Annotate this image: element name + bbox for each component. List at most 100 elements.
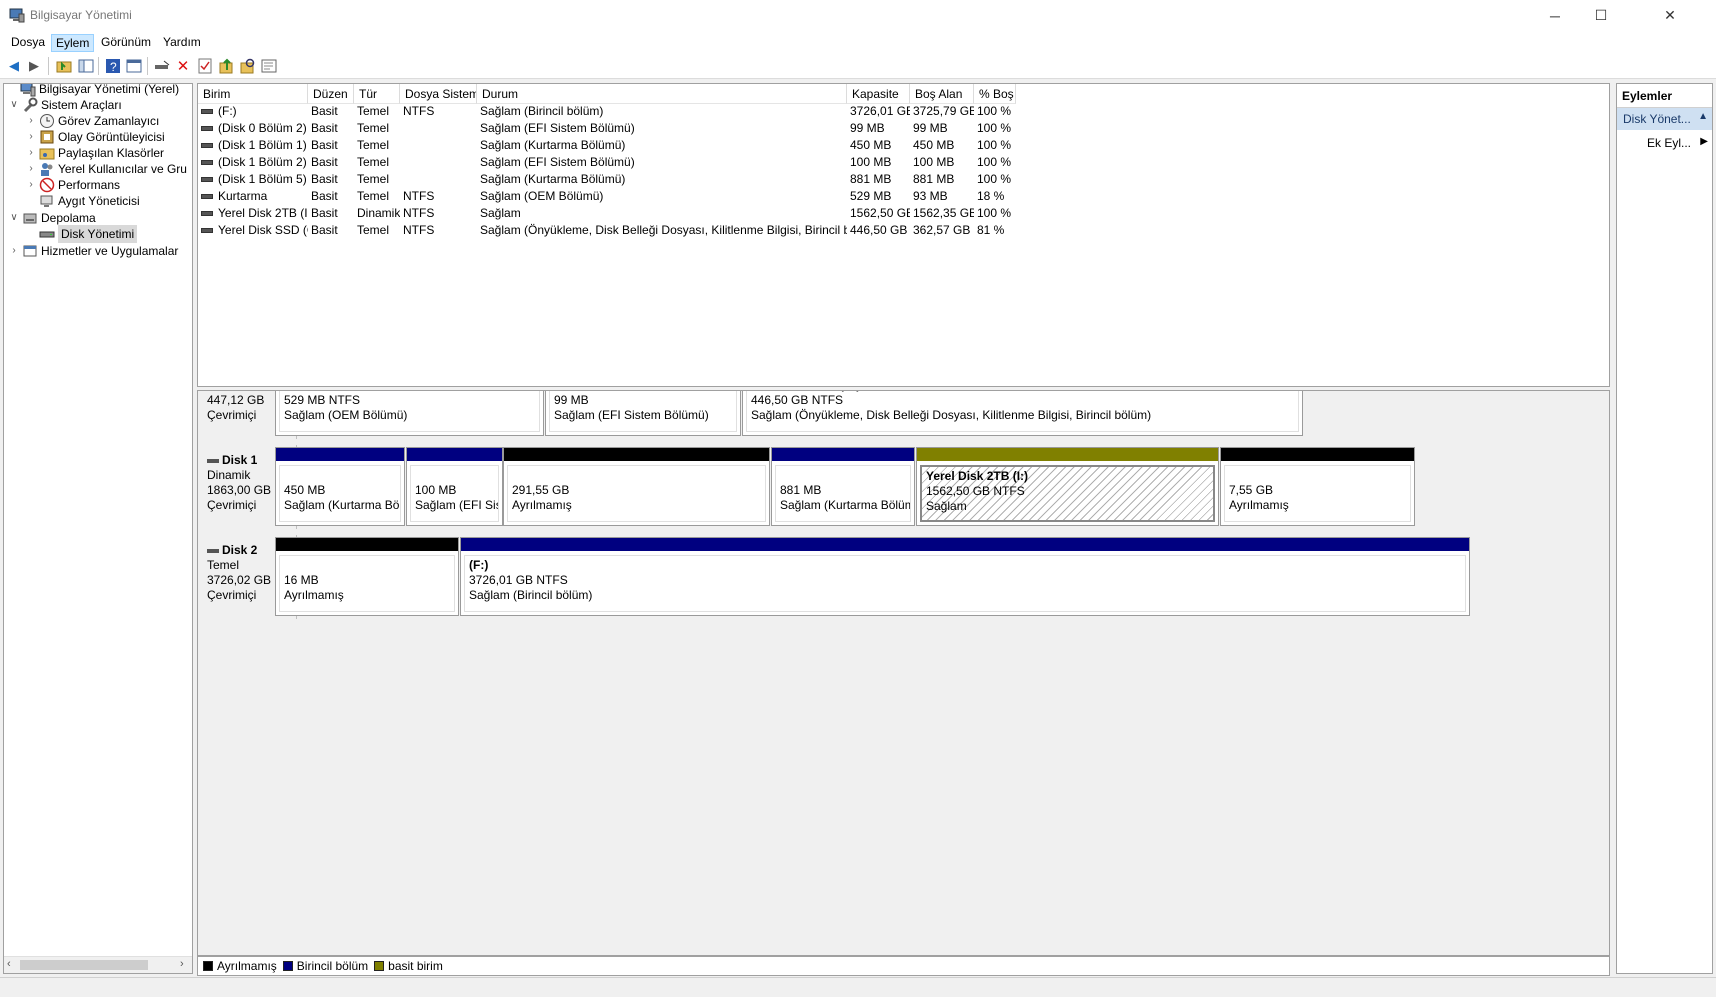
table-cell: 93 MB: [913, 189, 948, 203]
col-durum[interactable]: Durum: [477, 84, 847, 104]
properties-icon[interactable]: [196, 57, 214, 75]
partition-l2: Sağlam (Kurtarma Bölümü): [284, 498, 401, 512]
toolbar: ◀ ▶ ? ✕: [0, 53, 1716, 79]
services-icon: [23, 245, 37, 257]
tree-services[interactable]: › Hizmetler ve Uygulamalar: [8, 242, 178, 260]
partition-l1: 291,55 GB: [512, 483, 570, 497]
table-row[interactable]: (Disk 1 Bölüm 5) Basit Temel Sağlam (Kurtar…: [198, 171, 1609, 188]
table-cell: Basit: [311, 104, 338, 118]
maximize-button[interactable]: ☐: [1578, 0, 1624, 31]
menu-yardim[interactable]: Yardım: [159, 34, 205, 52]
table-row[interactable]: Yerel Disk 2TB (I:) Basit Dinamik NTFS Sağla…: [198, 205, 1609, 222]
partition[interactable]: 881 MB Sağlam (Kurtarma Bölümü): [771, 447, 915, 526]
tree-disk-management[interactable]: Disk Yönetimi: [25, 225, 138, 243]
col-yuzde-bos[interactable]: % Boş: [974, 84, 1016, 104]
console-icon[interactable]: [260, 57, 278, 75]
menu-eylem[interactable]: Eylem: [51, 34, 95, 52]
table-cell: NTFS: [403, 189, 435, 203]
up-folder-icon[interactable]: [55, 57, 73, 75]
table-cell: 881 MB: [913, 172, 955, 186]
show-hide-tree-icon[interactable]: [77, 57, 95, 75]
disk-graphical-view: Disk 0Temel447,12 GBÇevrimiçiKurtarma529…: [197, 390, 1610, 956]
forward-icon[interactable]: ▶: [25, 57, 43, 75]
table-cell: 18 %: [977, 189, 1005, 203]
actions-more[interactable]: Ek Eyl... ▶: [1617, 132, 1712, 152]
col-kapasite[interactable]: Kapasite: [847, 84, 910, 104]
table-cell: Sağlam (Önyükleme, Disk Belleği Dosyası,…: [480, 223, 847, 237]
partition-l2: Sağlam: [926, 499, 967, 513]
col-bos-alan[interactable]: Boş Alan: [910, 84, 974, 104]
connect-drive-icon[interactable]: [153, 57, 171, 75]
disk-icon: [39, 231, 55, 238]
chevron-right-icon[interactable]: ›: [8, 242, 20, 260]
table-row[interactable]: (Disk 0 Bölüm 2) Basit Temel Sağlam (EFI Si…: [198, 120, 1609, 137]
legend: Ayrılmamış Birincil bölüm basit birim: [197, 956, 1610, 976]
disk-icon: [207, 458, 219, 463]
partition-l1: 7,55 GB: [1229, 483, 1274, 497]
partition[interactable]: (F:) 3726,01 GB NTFS Sağlam (Birincil bölü…: [460, 537, 1470, 616]
table-cell: 99 MB: [850, 121, 885, 135]
col-tur[interactable]: Tür: [354, 84, 400, 104]
minimize-button[interactable]: ─: [1532, 0, 1578, 31]
table-cell: [400, 137, 477, 154]
partition-title: [780, 468, 906, 483]
chevron-down-icon[interactable]: ∨: [8, 96, 20, 114]
partition[interactable]: 291,55 GB Ayrılmamış: [503, 447, 770, 526]
search-icon[interactable]: [239, 57, 257, 75]
partition[interactable]: 450 MBSağlam (Kurtarma Bölümü): [275, 447, 405, 526]
partition-info: 881 MB Sağlam (Kurtarma Bölümü): [775, 465, 911, 522]
table-cell: 100 %: [977, 121, 1012, 135]
table-row[interactable]: Yerel Disk SSD (C:)Basit Temel NTFS Sağlam …: [198, 222, 1609, 239]
menu-gorunum[interactable]: Görünüm: [97, 34, 155, 52]
scrollbar-thumb[interactable]: [20, 960, 148, 970]
table-cell: Temel: [357, 121, 390, 135]
device-manager-icon: [40, 195, 53, 207]
partition[interactable]: 16 MB Ayrılmamış: [275, 537, 459, 616]
view-icon[interactable]: [125, 57, 143, 75]
partition[interactable]: 7,55 GB Ayrılmamış: [1220, 447, 1415, 526]
disk-icon: [207, 548, 219, 553]
partition[interactable]: Yerel Disk SSD (C:)446,50 GB NTFSSağlam …: [742, 391, 1303, 436]
table-cell: Sağlam (Kurtarma Bölümü): [480, 138, 626, 152]
window-title: Bilgisayar Yönetimi: [30, 8, 132, 22]
tree-device-manager[interactable]: Aygıt Yöneticisi: [25, 192, 140, 210]
partition-l2: Ayrılmamış: [284, 588, 344, 602]
storage-icon: [23, 213, 37, 224]
table-cell: Sağlam (EFI Sistem Bölümü): [480, 121, 635, 135]
scroll-right-icon[interactable]: ›: [180, 958, 184, 970]
collapse-up-icon[interactable]: ▲: [1698, 111, 1708, 122]
partition[interactable]: Kurtarma529 MB NTFSSağlam (OEM Bölümü): [275, 391, 544, 436]
partition[interactable]: 100 MBSağlam (EFI Sistem Bölümü): [406, 447, 503, 526]
tools-icon: [23, 97, 38, 113]
partition-bar: [1221, 448, 1414, 461]
menu-dosya[interactable]: Dosya: [7, 34, 49, 52]
help-icon[interactable]: ?: [104, 57, 122, 75]
partition[interactable]: Yerel Disk 2TB (I:) 1562,50 GB NTFS Sağlam: [916, 447, 1219, 526]
back-icon[interactable]: ◀: [5, 57, 23, 75]
partition-info: Kurtarma529 MB NTFSSağlam (OEM Bölümü): [279, 391, 540, 432]
col-birim[interactable]: Birim: [198, 84, 308, 104]
partition[interactable]: 99 MB Sağlam (EFI Sistem Bölümü): [545, 391, 741, 436]
table-row[interactable]: (F:) Basit Temel NTFS Sağlam (Birincil bölüm…: [198, 103, 1609, 120]
delete-icon[interactable]: ✕: [174, 57, 192, 75]
table-cell: Sağlam (Birincil bölüm): [480, 104, 604, 118]
export-icon[interactable]: [218, 57, 236, 75]
table-row[interactable]: (Disk 1 Bölüm 2) Basit Temel Sağlam (EFI Si…: [198, 154, 1609, 171]
disk-row: Disk 2 Temel 3726,02 GB Çevrimiçi 16 MB Ayrıl…: [198, 535, 1609, 641]
col-dosya-sistemi[interactable]: Dosya Sistemi: [400, 84, 477, 104]
close-button[interactable]: ✕: [1624, 0, 1716, 31]
actions-disk-management[interactable]: Disk Yönet... ▲: [1617, 108, 1712, 130]
scroll-left-icon[interactable]: ‹: [7, 958, 11, 970]
chevron-down-icon[interactable]: ∨: [8, 209, 20, 227]
table-cell: 450 MB: [913, 138, 955, 152]
table-row[interactable]: Kurtarma Basit Temel NTFS Sağlam (OEM Bölümü…: [198, 188, 1609, 205]
table-cell: 3726,01 GB: [850, 104, 910, 118]
legend-swatch: [282, 961, 293, 971]
volume-icon: [201, 228, 213, 234]
volume-rows: (F:) Basit Temel NTFS Sağlam (Birincil bölüm…: [198, 104, 1609, 384]
col-duzen[interactable]: Düzen: [308, 84, 354, 104]
table-cell: Temel: [357, 189, 390, 203]
table-row[interactable]: (Disk 1 Bölüm 1) Basit Temel Sağlam (Kurtar…: [198, 137, 1609, 154]
tree-horizontal-scrollbar[interactable]: ‹ ›: [4, 956, 192, 973]
partition-l1: 446,50 GB NTFS: [751, 393, 844, 407]
